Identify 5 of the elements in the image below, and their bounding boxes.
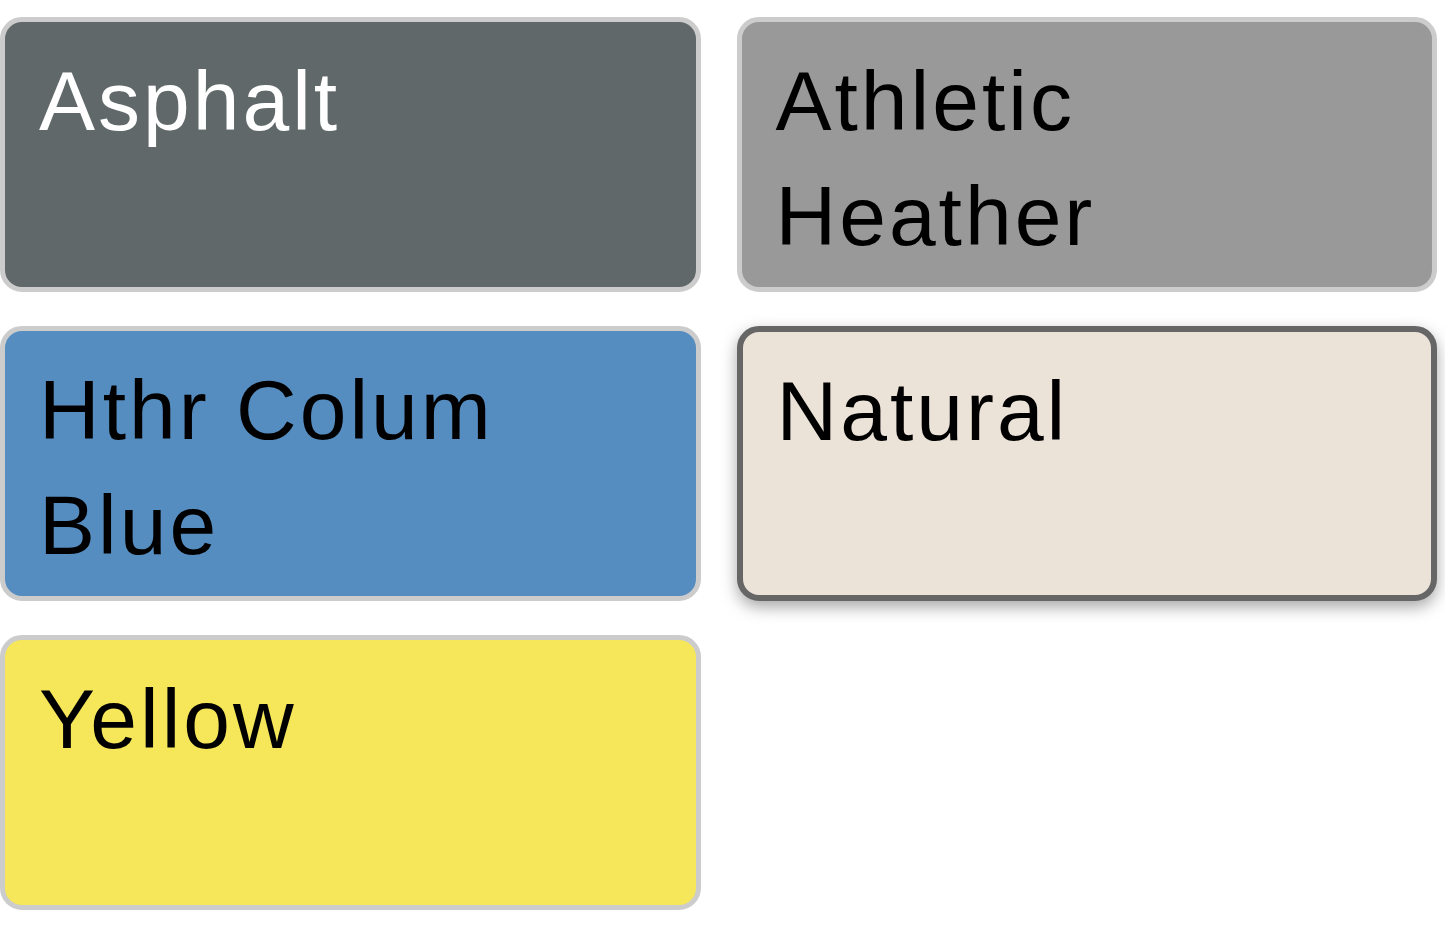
color-swatch-button[interactable]: Hthr Colum Blue — [0, 326, 701, 601]
color-swatch-button[interactable]: Yellow — [0, 635, 701, 910]
color-swatch-button[interactable]: Asphalt — [0, 17, 701, 292]
color-swatch-button[interactable]: Natural — [736, 326, 1437, 601]
color-swatch-button[interactable]: Athletic Heather — [736, 17, 1437, 292]
